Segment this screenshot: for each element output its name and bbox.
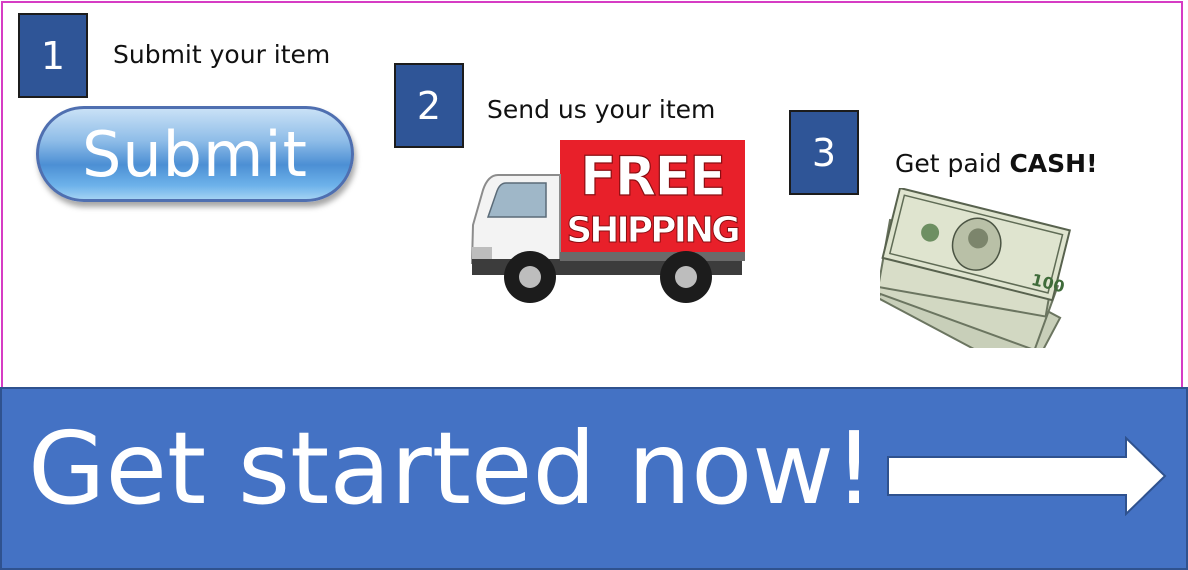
cash-bills-image: 100 [880, 188, 1072, 348]
get-started-label: Get started now! [28, 410, 875, 527]
step-2-text: Send us your item [487, 95, 716, 124]
get-started-banner[interactable]: Get started now! [0, 387, 1188, 570]
right-arrow-icon[interactable] [886, 436, 1168, 516]
free-shipping-truck-image: FREE SHIPPING [470, 140, 745, 303]
step-1-number: 1 [18, 13, 88, 98]
step-1-text: Submit your item [113, 40, 331, 69]
cash-emphasis: CASH! [1009, 149, 1098, 178]
step-3-text: Get paid CASH! [895, 149, 1098, 178]
step-2-number: 2 [394, 63, 464, 148]
step-3-number: 3 [789, 110, 859, 195]
shipping-text: SHIPPING [566, 210, 738, 251]
free-text: FREE [580, 145, 724, 208]
submit-button[interactable]: Submit [36, 106, 354, 202]
